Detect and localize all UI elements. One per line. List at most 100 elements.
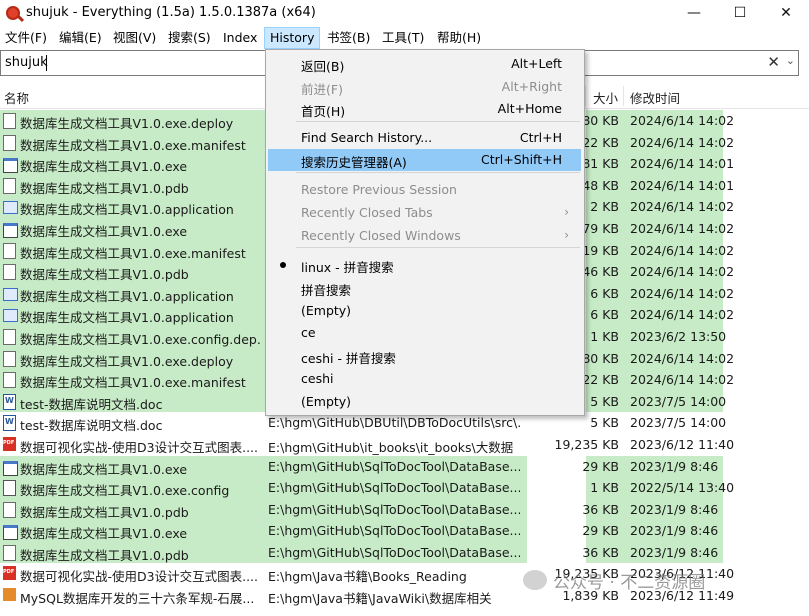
file-modified: 2024/6/14 14:02: [630, 264, 735, 280]
file-size: 36 KB: [582, 544, 619, 560]
column-modified[interactable]: 修改时间: [630, 88, 680, 107]
file-modified: 2023/6/2 13:50: [630, 328, 727, 344]
history-menu-item[interactable]: ceshi - 拼音搜索: [268, 345, 581, 367]
menu-item-label: ce: [301, 325, 316, 340]
document-file-icon: [3, 264, 16, 281]
history-menu-item[interactable]: linux - 拼音搜索: [268, 254, 581, 276]
table-row[interactable]: 数据可视化实战-使用D3设计交互式图表.... E:\hgm\GitHub\it_…: [0, 434, 809, 456]
file-name: 数据库生成文档工具V1.0.pdb: [20, 504, 189, 520]
document-file-icon: [3, 350, 16, 367]
file-name: 数据库生成文档工具V1.0.exe: [20, 159, 188, 175]
title-bar: shujuk - Everything (1.5a) 1.5.0.1387a (…: [0, 0, 809, 27]
history-menu-item: Recently Closed Windows ›: [268, 225, 581, 247]
table-row[interactable]: 数据库生成文档工具V1.0.exe.config E:\hgm\GitHub\Sq…: [0, 477, 809, 499]
menu-separator: [296, 247, 580, 248]
radio-bullet-icon: [280, 262, 286, 268]
document-file-icon: [3, 134, 16, 151]
file-path: E:\hgm\GitHub\SqlToDocTool\DataBase...: [268, 501, 520, 517]
menu-file[interactable]: 文件(F): [0, 28, 52, 48]
file-name: 数据库生成文档工具V1.0.exe.deploy: [20, 353, 234, 369]
executable-file-icon: [3, 158, 18, 174]
history-menu-item[interactable]: (Empty): [268, 300, 581, 322]
table-row[interactable]: 数据库生成文档工具V1.0.pdb E:\hgm\GitHub\SqlToDocT…: [0, 541, 809, 564]
file-modified: 2024/6/14 14:02: [630, 199, 735, 215]
file-name: 数据库生成文档工具V1.0.application: [20, 310, 234, 326]
menu-item-label: Find Search History...: [301, 130, 433, 145]
table-row[interactable]: 数据库生成文档工具V1.0.pdb E:\hgm\GitHub\SqlToDocT…: [0, 498, 809, 521]
file-modified: 2024/6/14 14:02: [630, 220, 735, 236]
maximize-button[interactable]: ☐: [717, 0, 763, 27]
executable-file-icon: [3, 222, 18, 238]
history-menu-item[interactable]: ce: [268, 322, 581, 344]
history-menu-item[interactable]: 拼音搜索: [268, 277, 581, 299]
column-divider[interactable]: [623, 86, 624, 106]
history-menu-item[interactable]: (Empty): [268, 391, 581, 413]
file-name: 数据可视化实战-使用D3设计交互式图表....: [20, 439, 258, 455]
file-path: E:\hgm\GitHub\SqlToDocTool\DataBase...: [268, 458, 520, 474]
menu-bookmarks[interactable]: 书签(B): [322, 28, 375, 48]
column-size[interactable]: 大小: [593, 88, 618, 107]
file-name: 数据库生成文档工具V1.0.exe.config: [20, 483, 230, 499]
history-menu-item[interactable]: 搜索历史管理器(A) Ctrl+Shift+H: [268, 149, 581, 171]
executable-file-icon: [3, 460, 18, 476]
menu-index[interactable]: Index: [218, 28, 262, 48]
file-modified: 2024/6/14 14:01: [630, 177, 735, 193]
menu-view[interactable]: 视图(V): [108, 28, 161, 48]
column-name[interactable]: 名称: [4, 88, 29, 107]
file-modified: 2024/6/14 14:02: [630, 307, 735, 323]
menu-item-label: 返回(B): [301, 59, 345, 74]
file-name: 数据库生成文档工具V1.0.exe: [20, 223, 188, 239]
history-menu-item[interactable]: 首页(H) Alt+Home: [268, 98, 581, 120]
application-file-icon: [3, 287, 18, 301]
application-file-icon: [3, 309, 18, 323]
history-menu-item[interactable]: ceshi: [268, 368, 581, 390]
watermark-text: 公众号 · 不二资源圈: [553, 573, 706, 593]
minimize-button[interactable]: —: [671, 0, 717, 27]
document-file-icon: [3, 177, 16, 194]
history-menu-item[interactable]: Find Search History... Ctrl+H: [268, 127, 581, 149]
table-row[interactable]: 数据库生成文档工具V1.0.exe E:\hgm\GitHub\SqlToDocT…: [0, 520, 809, 542]
file-name: 数据库生成文档工具V1.0.pdb: [20, 267, 189, 283]
submenu-arrow-icon: ›: [564, 205, 569, 219]
column-divider[interactable]: [585, 86, 586, 106]
file-path: E:\hgm\GitHub\it_books\it_books\大数据: [268, 439, 514, 455]
clear-search-icon[interactable]: ✕: [767, 53, 780, 71]
file-path: E:\hgm\GitHub\SqlToDocTool\DataBase...: [268, 544, 520, 560]
menu-history[interactable]: History: [264, 27, 321, 49]
config-file-icon: [3, 480, 16, 497]
submenu-arrow-icon: ›: [564, 228, 569, 242]
file-size: 29 KB: [582, 523, 619, 539]
document-file-icon: [3, 544, 16, 561]
close-button[interactable]: ✕: [763, 0, 809, 27]
menu-item-label: 拼音搜索: [301, 283, 352, 298]
menu-item-shortcut: Alt+Left: [511, 56, 562, 71]
file-name: 数据库生成文档工具V1.0.pdb: [20, 547, 189, 563]
file-modified: 2024/6/14 14:02: [630, 350, 735, 366]
table-row[interactable]: 数据库生成文档工具V1.0.exe E:\hgm\GitHub\SqlToDocT…: [0, 455, 809, 478]
menu-item-label: Restore Previous Session: [301, 182, 457, 197]
file-name: 数据可视化实战-使用D3设计交互式图表....: [20, 569, 258, 585]
menu-item-label: 搜索历史管理器(A): [301, 155, 407, 170]
file-size: 5 KB: [590, 415, 619, 431]
menu-help[interactable]: 帮助(H): [432, 28, 486, 48]
application-file-icon: [3, 201, 18, 215]
menu-separator: [296, 121, 580, 122]
search-history-dropdown-icon[interactable]: ⌄: [786, 54, 795, 67]
file-name: 数据库生成文档工具V1.0.pdb: [20, 180, 189, 196]
history-menu-item[interactable]: 返回(B) Alt+Left: [268, 53, 581, 75]
file-modified: 2024/6/14 14:02: [630, 134, 735, 150]
document-file-icon: [3, 501, 16, 518]
menu-item-label: 首页(H): [301, 104, 346, 119]
file-path: E:\hgm\GitHub\SqlToDocTool\DataBase...: [268, 480, 520, 496]
wechat-watermark-icon: [523, 570, 547, 590]
file-name: MySQL数据库开发的三十六条军规-石展...: [20, 591, 255, 607]
file-name: 数据库生成文档工具V1.0.application: [20, 202, 234, 218]
menu-edit[interactable]: 编辑(E): [54, 28, 107, 48]
file-modified: 2023/6/12 11:40: [630, 436, 735, 452]
menu-search[interactable]: 搜索(S): [163, 28, 216, 48]
menu-tools[interactable]: 工具(T): [377, 28, 429, 48]
file-name: 数据库生成文档工具V1.0.exe.manifest: [20, 245, 246, 261]
menu-item-label: (Empty): [301, 303, 352, 318]
file-modified: 2024/6/14 14:01: [630, 156, 735, 172]
menu-item-label: Recently Closed Windows: [301, 228, 461, 243]
